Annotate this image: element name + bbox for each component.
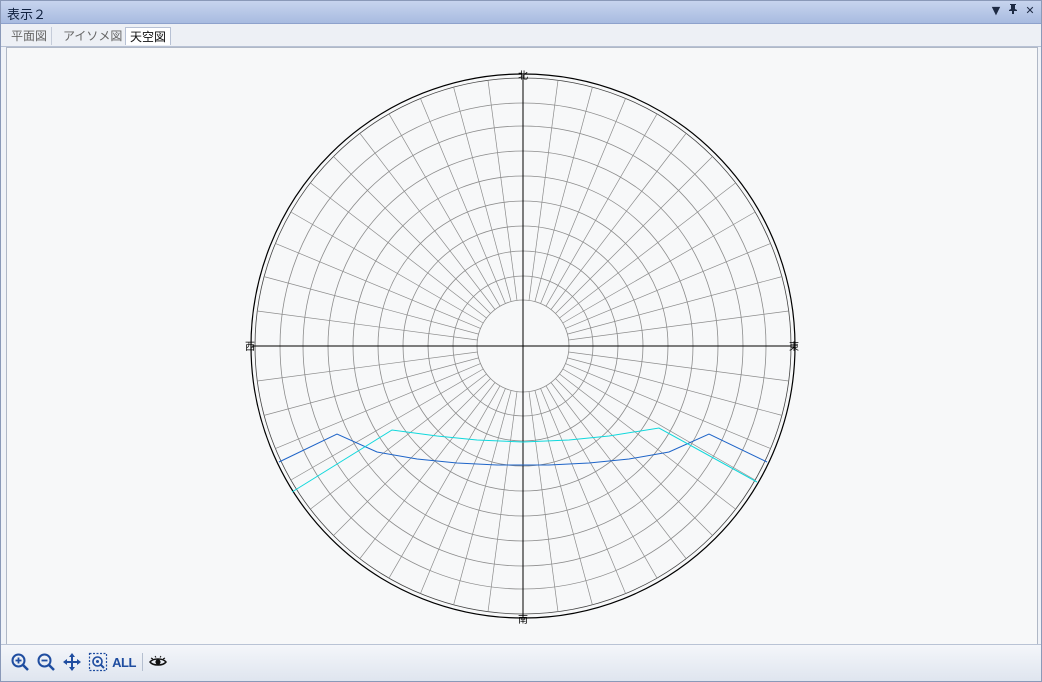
zoom-fit-icon[interactable] [87, 651, 109, 673]
pin-icon[interactable] [1006, 3, 1020, 19]
zoom-in-icon[interactable] [9, 651, 31, 673]
bottom-toolbar: ALL [1, 644, 1041, 681]
azimuth-line [257, 310, 478, 341]
azimuth-line [310, 373, 487, 510]
view-window: 表示２ ▼ ✕ 平面図 アイソメ図 天空図 北 東 南 西 ALL [0, 0, 1042, 682]
azimuth-line [388, 385, 501, 579]
azimuth-line [534, 390, 593, 605]
azimuth-line [559, 373, 736, 510]
azimuth-line [562, 211, 756, 324]
west-label: 西 [245, 342, 255, 353]
azimuth-line [487, 80, 518, 301]
azimuth-line [555, 378, 713, 536]
zoom-all-button[interactable]: ALL [111, 651, 137, 673]
tab-sky-diagram[interactable]: 天空図 [125, 27, 172, 45]
azimuth-line [333, 156, 491, 314]
azimuth-line [264, 357, 479, 416]
azimuth-line [545, 113, 658, 307]
azimuth-line [528, 391, 559, 612]
azimuth-line [568, 351, 789, 382]
azimuth-line [550, 382, 687, 559]
azimuth-line [550, 133, 687, 310]
eye-icon[interactable] [147, 651, 169, 673]
azimuth-line [359, 133, 496, 310]
south-label: 南 [518, 613, 528, 626]
sun-path-2 [291, 427, 758, 493]
azimuth-line [559, 182, 736, 319]
azimuth-line [562, 368, 756, 481]
azimuth-line [290, 211, 484, 324]
azimuth-line [567, 276, 782, 335]
azimuth-line [264, 276, 479, 335]
azimuth-line [359, 382, 496, 559]
zoom-all-label: ALL [112, 654, 136, 670]
azimuth-line [568, 310, 789, 341]
tab-isometric[interactable]: アイソメ図 [59, 27, 128, 45]
close-icon[interactable]: ✕ [1023, 3, 1037, 19]
azimuth-line [310, 182, 487, 319]
window-title: 表示２ [7, 8, 47, 23]
azimuth-line [257, 351, 478, 382]
tab-bar: 平面図 アイソメ図 天空図 [1, 24, 1041, 47]
dropdown-icon[interactable]: ▼ [989, 3, 1003, 19]
azimuth-line [567, 357, 782, 416]
azimuth-line [388, 113, 501, 307]
azimuth-line [290, 368, 484, 481]
azimuth-line [487, 391, 518, 612]
pan-icon[interactable] [61, 651, 83, 673]
sky-diagram: 北 東 南 西 [245, 70, 799, 626]
east-label: 東 [789, 340, 799, 353]
title-bar: 表示２ ▼ ✕ [1, 1, 1041, 24]
sky-diagram-canvas[interactable]: 北 東 南 西 [6, 47, 1038, 645]
azimuth-line [453, 87, 512, 302]
zoom-out-icon[interactable] [35, 651, 57, 673]
azimuth-line [333, 378, 491, 536]
azimuth-line [453, 390, 512, 605]
azimuth-line [555, 156, 713, 314]
north-label: 北 [518, 70, 528, 82]
tab-plan[interactable]: 平面図 [7, 27, 53, 45]
azimuth-line [545, 385, 658, 579]
title-buttons: ▼ ✕ [989, 3, 1037, 19]
azimuth-line [534, 87, 593, 302]
azimuth-line [528, 80, 559, 301]
toolbar-separator [142, 653, 143, 671]
